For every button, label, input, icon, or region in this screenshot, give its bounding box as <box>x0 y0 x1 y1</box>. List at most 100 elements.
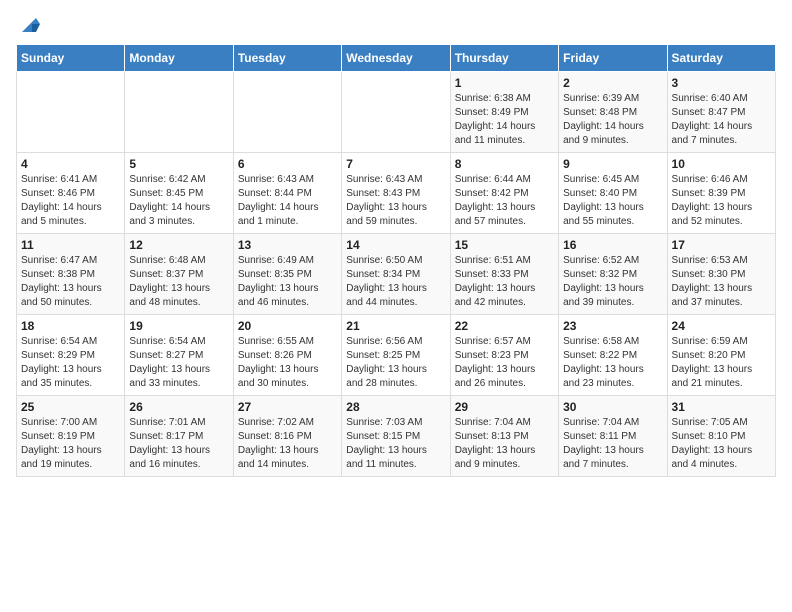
day-info: Sunrise: 6:54 AMSunset: 8:27 PMDaylight:… <box>129 335 228 391</box>
weekday-header-wednesday: Wednesday <box>342 45 450 72</box>
day-number: 5 <box>129 157 228 171</box>
day-info: Sunrise: 6:39 AMSunset: 8:48 PMDaylight:… <box>563 92 662 148</box>
day-number: 30 <box>563 400 662 414</box>
calendar-week-2: 4 Sunrise: 6:41 AMSunset: 8:46 PMDaylight… <box>17 153 776 234</box>
calendar-cell: 12 Sunrise: 6:48 AMSunset: 8:37 PMDayligh… <box>125 234 233 315</box>
day-number: 8 <box>455 157 554 171</box>
day-number: 31 <box>672 400 771 414</box>
day-number: 18 <box>21 319 120 333</box>
calendar-cell: 29 Sunrise: 7:04 AMSunset: 8:13 PMDayligh… <box>450 396 558 477</box>
day-info: Sunrise: 6:43 AMSunset: 8:44 PMDaylight:… <box>238 173 337 229</box>
day-info: Sunrise: 6:57 AMSunset: 8:23 PMDaylight:… <box>455 335 554 391</box>
day-info: Sunrise: 7:02 AMSunset: 8:16 PMDaylight:… <box>238 416 337 472</box>
day-info: Sunrise: 6:45 AMSunset: 8:40 PMDaylight:… <box>563 173 662 229</box>
day-number: 4 <box>21 157 120 171</box>
calendar-cell <box>342 72 450 153</box>
day-number: 28 <box>346 400 445 414</box>
day-number: 12 <box>129 238 228 252</box>
day-info: Sunrise: 7:01 AMSunset: 8:17 PMDaylight:… <box>129 416 228 472</box>
calendar-cell: 14 Sunrise: 6:50 AMSunset: 8:34 PMDayligh… <box>342 234 450 315</box>
calendar-cell: 27 Sunrise: 7:02 AMSunset: 8:16 PMDayligh… <box>233 396 341 477</box>
weekday-header-sunday: Sunday <box>17 45 125 72</box>
day-number: 29 <box>455 400 554 414</box>
calendar-cell: 11 Sunrise: 6:47 AMSunset: 8:38 PMDayligh… <box>17 234 125 315</box>
day-number: 25 <box>21 400 120 414</box>
day-info: Sunrise: 6:47 AMSunset: 8:38 PMDaylight:… <box>21 254 120 310</box>
calendar-cell: 25 Sunrise: 7:00 AMSunset: 8:19 PMDayligh… <box>17 396 125 477</box>
day-info: Sunrise: 6:49 AMSunset: 8:35 PMDaylight:… <box>238 254 337 310</box>
day-number: 27 <box>238 400 337 414</box>
day-info: Sunrise: 6:50 AMSunset: 8:34 PMDaylight:… <box>346 254 445 310</box>
calendar-week-1: 1 Sunrise: 6:38 AMSunset: 8:49 PMDaylight… <box>17 72 776 153</box>
calendar-cell: 5 Sunrise: 6:42 AMSunset: 8:45 PMDaylight… <box>125 153 233 234</box>
day-number: 15 <box>455 238 554 252</box>
day-info: Sunrise: 6:56 AMSunset: 8:25 PMDaylight:… <box>346 335 445 391</box>
day-number: 11 <box>21 238 120 252</box>
weekday-header-friday: Friday <box>559 45 667 72</box>
day-number: 2 <box>563 76 662 90</box>
calendar-cell: 18 Sunrise: 6:54 AMSunset: 8:29 PMDayligh… <box>17 315 125 396</box>
calendar-cell: 2 Sunrise: 6:39 AMSunset: 8:48 PMDaylight… <box>559 72 667 153</box>
calendar-week-5: 25 Sunrise: 7:00 AMSunset: 8:19 PMDayligh… <box>17 396 776 477</box>
day-info: Sunrise: 7:00 AMSunset: 8:19 PMDaylight:… <box>21 416 120 472</box>
day-info: Sunrise: 6:48 AMSunset: 8:37 PMDaylight:… <box>129 254 228 310</box>
day-info: Sunrise: 7:04 AMSunset: 8:11 PMDaylight:… <box>563 416 662 472</box>
calendar-cell: 10Sunrise: 6:46 AMSunset: 8:39 PMDayligh… <box>667 153 775 234</box>
day-info: Sunrise: 6:59 AMSunset: 8:20 PMDaylight:… <box>672 335 771 391</box>
day-info: Sunrise: 7:04 AMSunset: 8:13 PMDaylight:… <box>455 416 554 472</box>
weekday-header-row: SundayMondayTuesdayWednesdayThursdayFrid… <box>17 45 776 72</box>
day-number: 20 <box>238 319 337 333</box>
day-info: Sunrise: 6:46 AMSunset: 8:39 PMDaylight:… <box>672 173 771 229</box>
calendar-cell: 26 Sunrise: 7:01 AMSunset: 8:17 PMDayligh… <box>125 396 233 477</box>
day-info: Sunrise: 7:05 AMSunset: 8:10 PMDaylight:… <box>672 416 771 472</box>
calendar-cell: 1 Sunrise: 6:38 AMSunset: 8:49 PMDaylight… <box>450 72 558 153</box>
weekday-header-thursday: Thursday <box>450 45 558 72</box>
day-number: 14 <box>346 238 445 252</box>
weekday-header-saturday: Saturday <box>667 45 775 72</box>
calendar-week-4: 18 Sunrise: 6:54 AMSunset: 8:29 PMDayligh… <box>17 315 776 396</box>
weekday-header-monday: Monday <box>125 45 233 72</box>
calendar-table: SundayMondayTuesdayWednesdayThursdayFrid… <box>16 44 776 477</box>
calendar-cell: 6 Sunrise: 6:43 AMSunset: 8:44 PMDaylight… <box>233 153 341 234</box>
day-number: 7 <box>346 157 445 171</box>
calendar-cell: 19Sunrise: 6:54 AMSunset: 8:27 PMDayligh… <box>125 315 233 396</box>
day-number: 21 <box>346 319 445 333</box>
calendar-cell: 23Sunrise: 6:58 AMSunset: 8:22 PMDayligh… <box>559 315 667 396</box>
day-number: 3 <box>672 76 771 90</box>
day-info: Sunrise: 6:41 AMSunset: 8:46 PMDaylight:… <box>21 173 120 229</box>
day-info: Sunrise: 6:40 AMSunset: 8:47 PMDaylight:… <box>672 92 771 148</box>
logo <box>16 16 40 36</box>
calendar-cell: 13 Sunrise: 6:49 AMSunset: 8:35 PMDayligh… <box>233 234 341 315</box>
calendar-cell: 15Sunrise: 6:51 AMSunset: 8:33 PMDayligh… <box>450 234 558 315</box>
calendar-body: 1 Sunrise: 6:38 AMSunset: 8:49 PMDaylight… <box>17 72 776 477</box>
header <box>16 16 776 36</box>
weekday-header-tuesday: Tuesday <box>233 45 341 72</box>
calendar-cell: 30 Sunrise: 7:04 AMSunset: 8:11 PMDayligh… <box>559 396 667 477</box>
calendar-header: SundayMondayTuesdayWednesdayThursdayFrid… <box>17 45 776 72</box>
calendar-cell: 21 Sunrise: 6:56 AMSunset: 8:25 PMDayligh… <box>342 315 450 396</box>
day-number: 9 <box>563 157 662 171</box>
calendar-cell: 9 Sunrise: 6:45 AMSunset: 8:40 PMDaylight… <box>559 153 667 234</box>
day-number: 13 <box>238 238 337 252</box>
day-number: 22 <box>455 319 554 333</box>
calendar-cell: 3 Sunrise: 6:40 AMSunset: 8:47 PMDaylight… <box>667 72 775 153</box>
day-info: Sunrise: 6:53 AMSunset: 8:30 PMDaylight:… <box>672 254 771 310</box>
calendar-cell: 16Sunrise: 6:52 AMSunset: 8:32 PMDayligh… <box>559 234 667 315</box>
logo-icon <box>18 14 40 36</box>
day-number: 1 <box>455 76 554 90</box>
calendar-cell: 7Sunrise: 6:43 AMSunset: 8:43 PMDaylight… <box>342 153 450 234</box>
calendar-cell: 22 Sunrise: 6:57 AMSunset: 8:23 PMDayligh… <box>450 315 558 396</box>
day-number: 26 <box>129 400 228 414</box>
day-number: 23 <box>563 319 662 333</box>
day-info: Sunrise: 7:03 AMSunset: 8:15 PMDaylight:… <box>346 416 445 472</box>
day-info: Sunrise: 6:44 AMSunset: 8:42 PMDaylight:… <box>455 173 554 229</box>
day-info: Sunrise: 6:38 AMSunset: 8:49 PMDaylight:… <box>455 92 554 148</box>
day-number: 16 <box>563 238 662 252</box>
day-info: Sunrise: 6:42 AMSunset: 8:45 PMDaylight:… <box>129 173 228 229</box>
calendar-cell: 28 Sunrise: 7:03 AMSunset: 8:15 PMDayligh… <box>342 396 450 477</box>
day-number: 6 <box>238 157 337 171</box>
calendar-cell: 20Sunrise: 6:55 AMSunset: 8:26 PMDayligh… <box>233 315 341 396</box>
calendar-cell: 4 Sunrise: 6:41 AMSunset: 8:46 PMDaylight… <box>17 153 125 234</box>
day-info: Sunrise: 6:54 AMSunset: 8:29 PMDaylight:… <box>21 335 120 391</box>
calendar-cell: 8 Sunrise: 6:44 AMSunset: 8:42 PMDaylight… <box>450 153 558 234</box>
